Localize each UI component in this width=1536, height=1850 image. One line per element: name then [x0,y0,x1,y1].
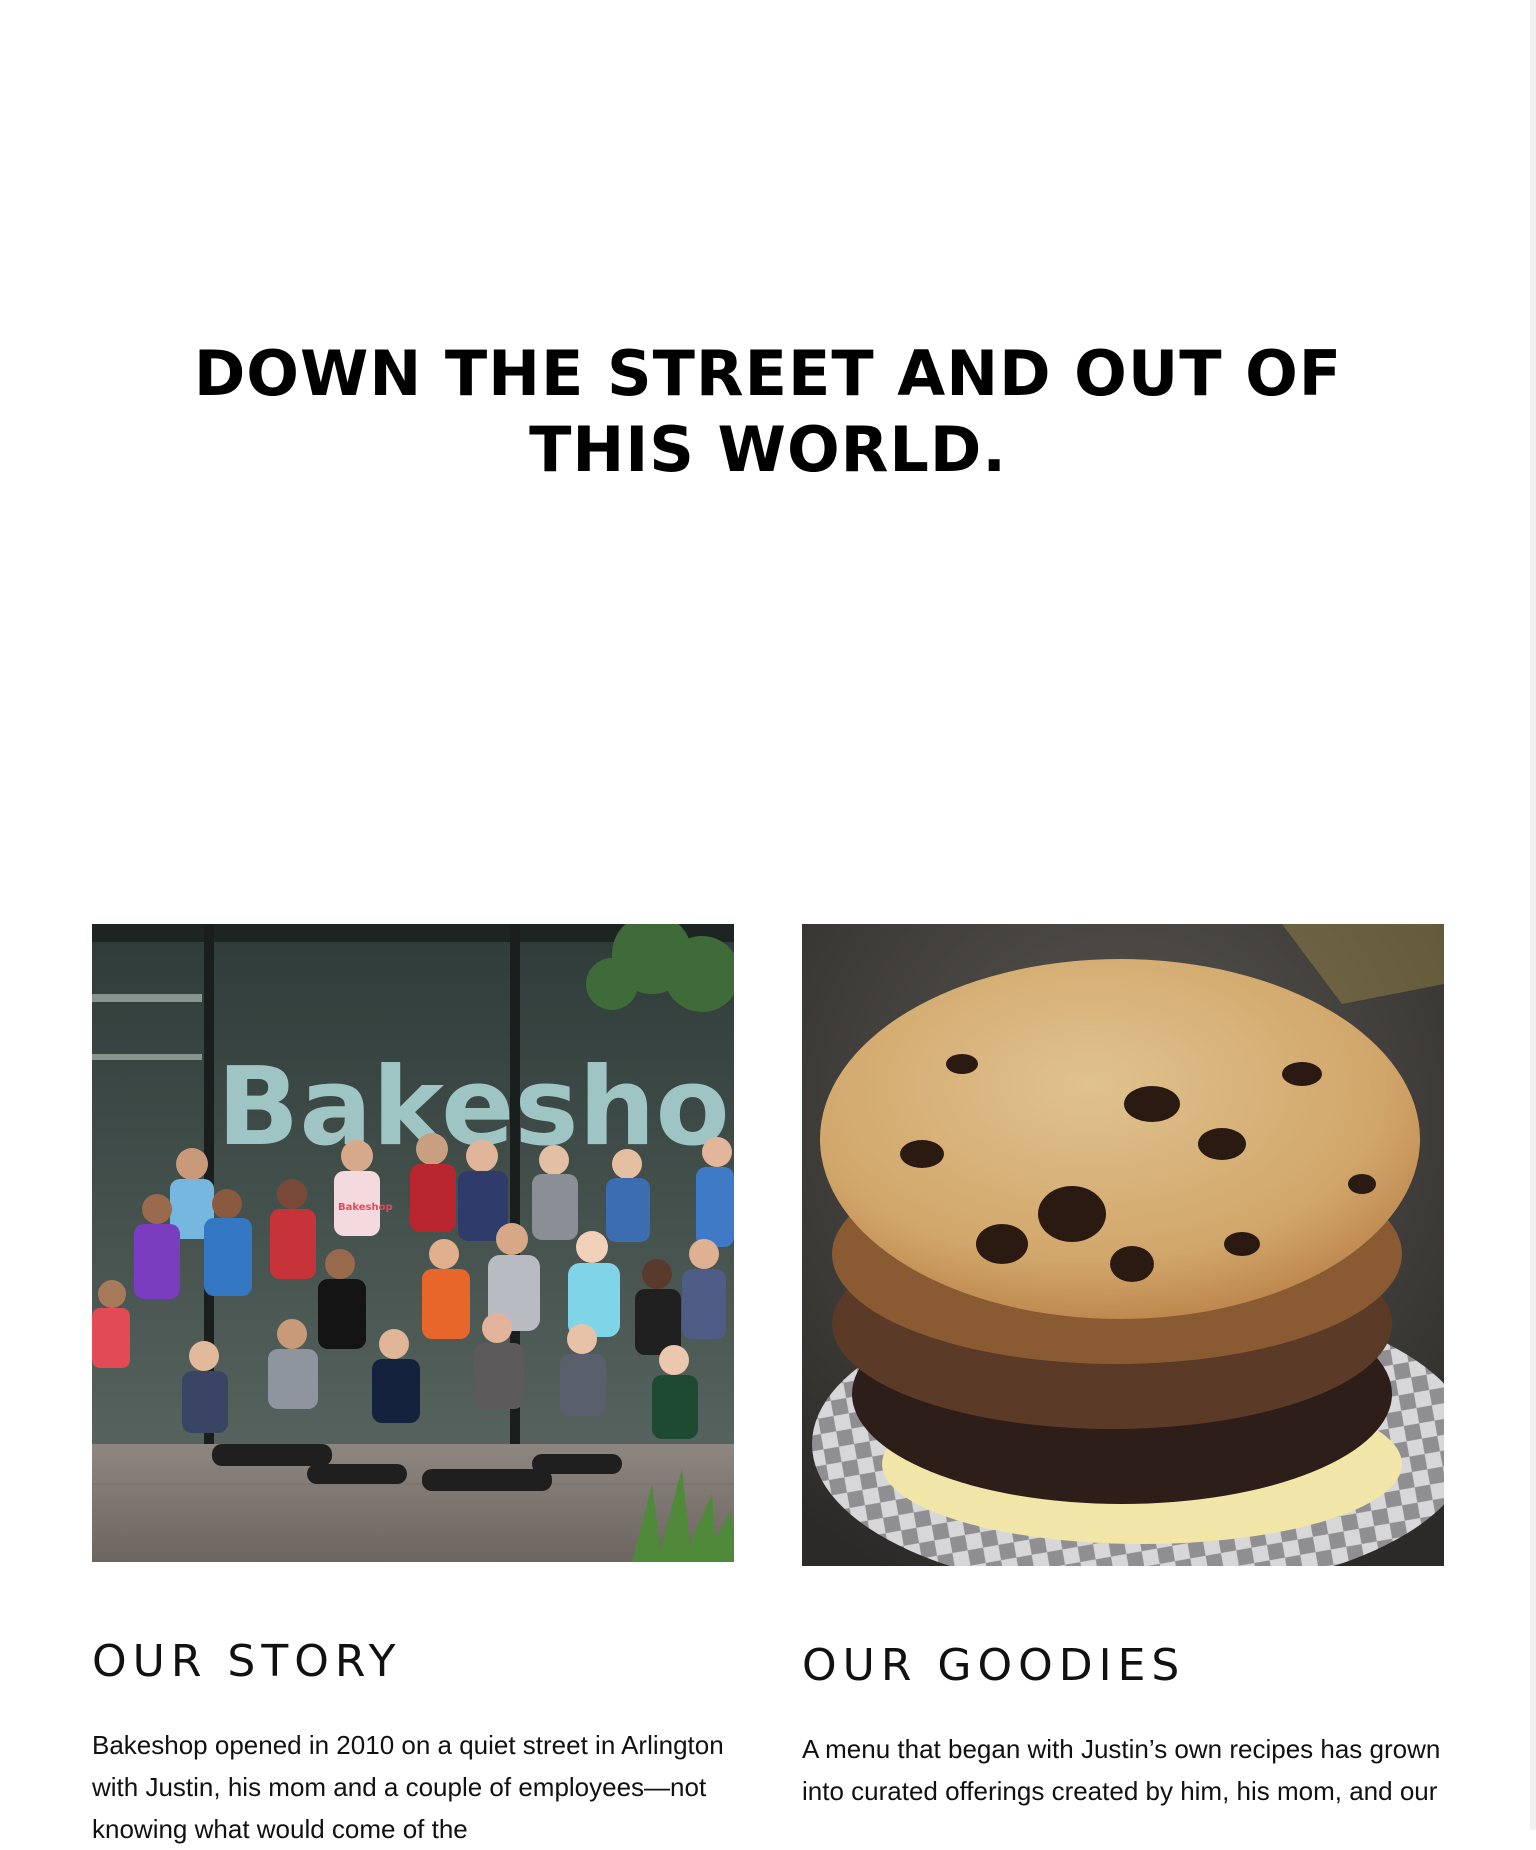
page-edge [1530,0,1536,1830]
cookies-photo [802,924,1444,1566]
our-story-card: Bakeshop [92,924,734,1844]
our-story-text: Bakeshop opened in 2010 on a quiet stree… [92,1730,724,1844]
hero-title: DOWN THE STREET AND OUT OF THIS WORLD. [193,337,1343,486]
our-story-heading: OUR STORY [92,1636,402,1687]
our-goodies-card: OUR GOODIES A menu that began with Justi… [802,924,1444,1806]
our-goodies-text: A menu that began with Justin’s own reci… [802,1734,1441,1806]
shirt-text: Bakeshop [338,1202,393,1213]
our-goodies-heading: OUR GOODIES [802,1640,1186,1691]
team-photo: Bakeshop [92,924,734,1562]
